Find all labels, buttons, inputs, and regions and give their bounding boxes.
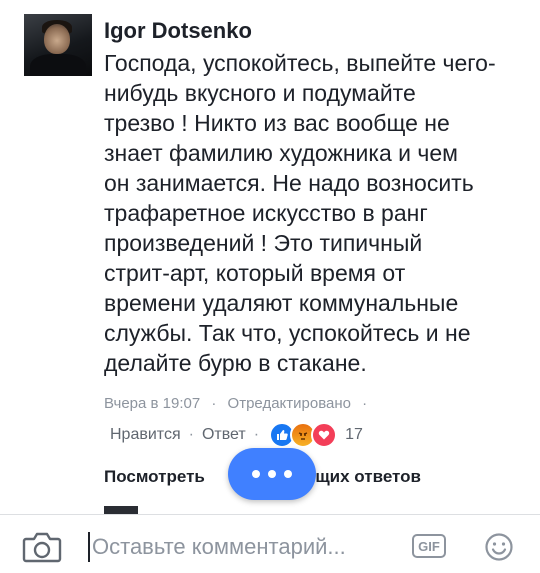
love-icon [311,422,338,448]
dot-icon [284,470,292,478]
camera-icon[interactable] [22,530,62,564]
reply-avatar-thumbnail [104,506,138,514]
meta-separator: · [362,395,368,412]
comment-composer[interactable] [88,528,388,566]
dot-icon [252,470,260,478]
reply-button[interactable]: Ответ [202,426,246,444]
avatar-shoulders [30,54,86,76]
comment-timestamp[interactable]: Вчера в 19:07 [104,395,200,412]
composer-divider [0,514,540,515]
comment-meta: Вчера в 19:07 · Отредактировано · [104,395,374,412]
meta-separator: · [211,395,217,412]
view-more-text-left: Посмотреть [104,467,205,486]
reaction-count: 17 [345,426,363,443]
more-options-button[interactable] [228,448,316,500]
comment-input[interactable] [92,534,382,560]
avatar-face [44,24,70,54]
action-separator: · [253,426,260,443]
comment-author[interactable]: Igor Dotsenko [104,18,252,44]
edited-label[interactable]: Отредактировано [228,395,351,412]
text-caret [88,532,90,562]
like-button[interactable]: Нравится [110,426,181,444]
action-separator: · [188,426,194,443]
comment-actions: Нравится · Ответ · 17 [110,422,363,448]
comment-text: Господа, успокойтесь, выпейте чего- нибу… [104,50,496,376]
avatar[interactable] [24,14,92,76]
reactions-summary[interactable]: 17 [269,422,363,448]
emoji-icon[interactable] [484,532,514,562]
dot-icon [268,470,276,478]
gif-button[interactable]: GIF [412,534,446,558]
